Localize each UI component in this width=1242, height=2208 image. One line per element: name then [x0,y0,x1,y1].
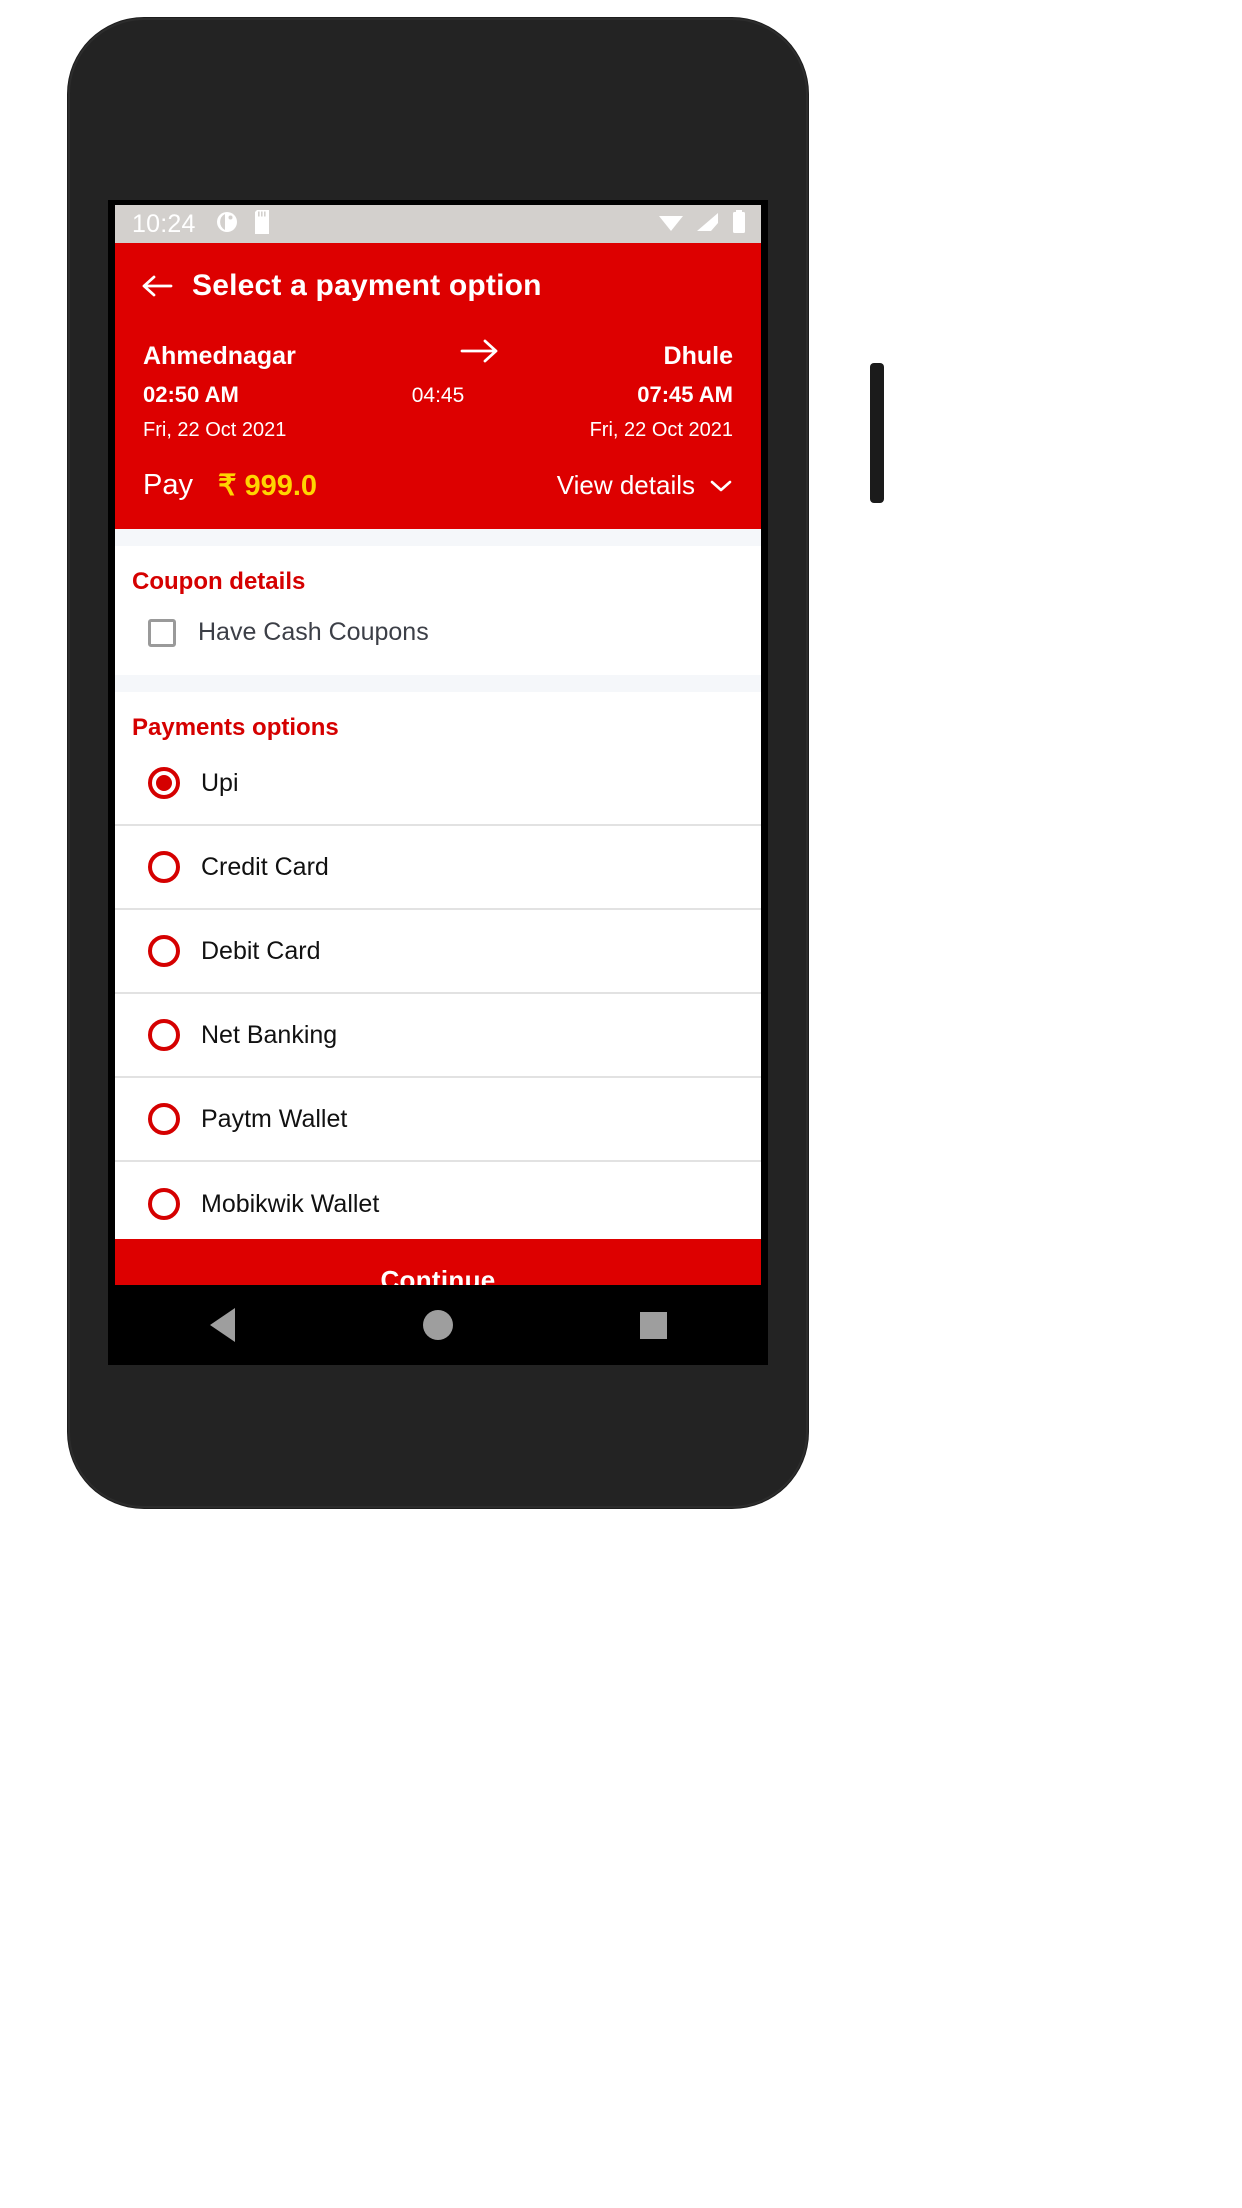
payment-option-mobikwik-wallet[interactable]: Mobikwik Wallet [115,1162,761,1246]
app-bar: Select a payment option [115,243,761,328]
arrow-left-icon[interactable] [140,269,174,303]
battery-icon [731,209,747,239]
payment-option-label: Credit Card [201,852,329,881]
radio-icon-upi[interactable] [148,767,180,799]
status-bar-right-icons [657,209,747,239]
divider-band-middle [115,675,761,692]
coupon-section-title: Coupon details [132,568,306,595]
payment-option-label: Upi [201,768,239,797]
destination-time: 07:45 AM [637,382,733,407]
payments-options-section: Payments options Upi Credit Card Debit C… [115,692,761,1246]
journey-dates-row: Fri, 22 Oct 2021 Fri, 22 Oct 2021 [143,419,733,442]
view-details-button[interactable]: View details [557,470,733,501]
status-bar: 10:24 [115,205,761,243]
payment-option-label: Debit Card [201,936,321,965]
chevron-down-icon [709,470,733,501]
page-title: Select a payment option [192,268,542,302]
radio-dot [156,775,172,791]
journey-duration: 04:45 [411,384,465,407]
fare-bar: Pay ₹ 999.0 View details [115,442,761,529]
payment-options-list: Upi Credit Card Debit Card Net Banking P… [115,742,761,1246]
radio-icon-paytm-wallet[interactable] [148,1103,180,1135]
origin-city: Ahmednagar [143,342,296,370]
location-icon [215,210,239,239]
fare-amount: ₹ 999.0 [217,470,318,502]
signal-icon [695,211,721,238]
pay-label: Pay [143,469,193,501]
payment-option-upi[interactable]: Upi [115,742,761,826]
payment-option-paytm-wallet[interactable]: Paytm Wallet [115,1078,761,1162]
journey-summary: Ahmednagar Dhule 02:50 AM 04:45 07:45 AM… [115,328,761,442]
radio-icon-net-banking[interactable] [148,1019,180,1051]
view-details-label: View details [556,470,695,500]
payments-scroll-area[interactable]: Payments options Upi Credit Card Debit C… [115,692,761,1321]
divider-band-top [115,529,761,546]
radio-icon-mobikwik-wallet[interactable] [148,1188,180,1220]
payment-option-label: Mobikwik Wallet [201,1189,380,1218]
payment-option-debit-card[interactable]: Debit Card [115,910,761,994]
payment-option-credit-card[interactable]: Credit Card [115,826,761,910]
radio-icon-debit-card[interactable] [148,935,180,967]
journey-times-row: 02:50 AM 04:45 07:45 AM [143,382,733,408]
wifi-icon [657,211,685,238]
payment-option-label: Paytm Wallet [201,1104,348,1133]
radio-icon-credit-card[interactable] [148,851,180,883]
screen-content: 10:24 Select a payment option Ahmednagar… [115,205,761,1360]
status-bar-left-icons [215,209,272,239]
journey-cities-row: Ahmednagar Dhule [143,338,733,371]
sd-card-icon [252,209,272,239]
payment-option-net-banking[interactable]: Net Banking [115,994,761,1078]
circle-home-icon[interactable] [393,1295,483,1355]
android-navigation-bar [115,1285,761,1365]
have-cash-coupons-checkbox[interactable] [148,618,176,647]
have-cash-coupons-label: Have Cash Coupons [198,618,429,646]
origin-time: 02:50 AM [143,382,239,407]
payments-section-title: Payments options [132,714,339,741]
coupon-details-section: Coupon details Have Cash Coupons [115,546,761,675]
destination-date: Fri, 22 Oct 2021 [589,419,733,441]
triangle-back-icon[interactable] [178,1295,268,1355]
payment-option-label: Net Banking [201,1020,338,1049]
phone-screen: 10:24 Select a payment option Ahmednagar… [108,200,768,1365]
phone-power-button[interactable] [870,363,884,503]
status-bar-clock: 10:24 [132,209,196,238]
have-cash-coupons-row[interactable]: Have Cash Coupons [115,596,761,675]
arrow-right-icon [296,338,664,364]
origin-date: Fri, 22 Oct 2021 [143,419,287,441]
square-recents-icon[interactable] [608,1295,698,1355]
screenshot-root: 10:24 Select a payment option Ahmednagar… [0,0,1242,2208]
destination-city: Dhule [663,342,733,370]
